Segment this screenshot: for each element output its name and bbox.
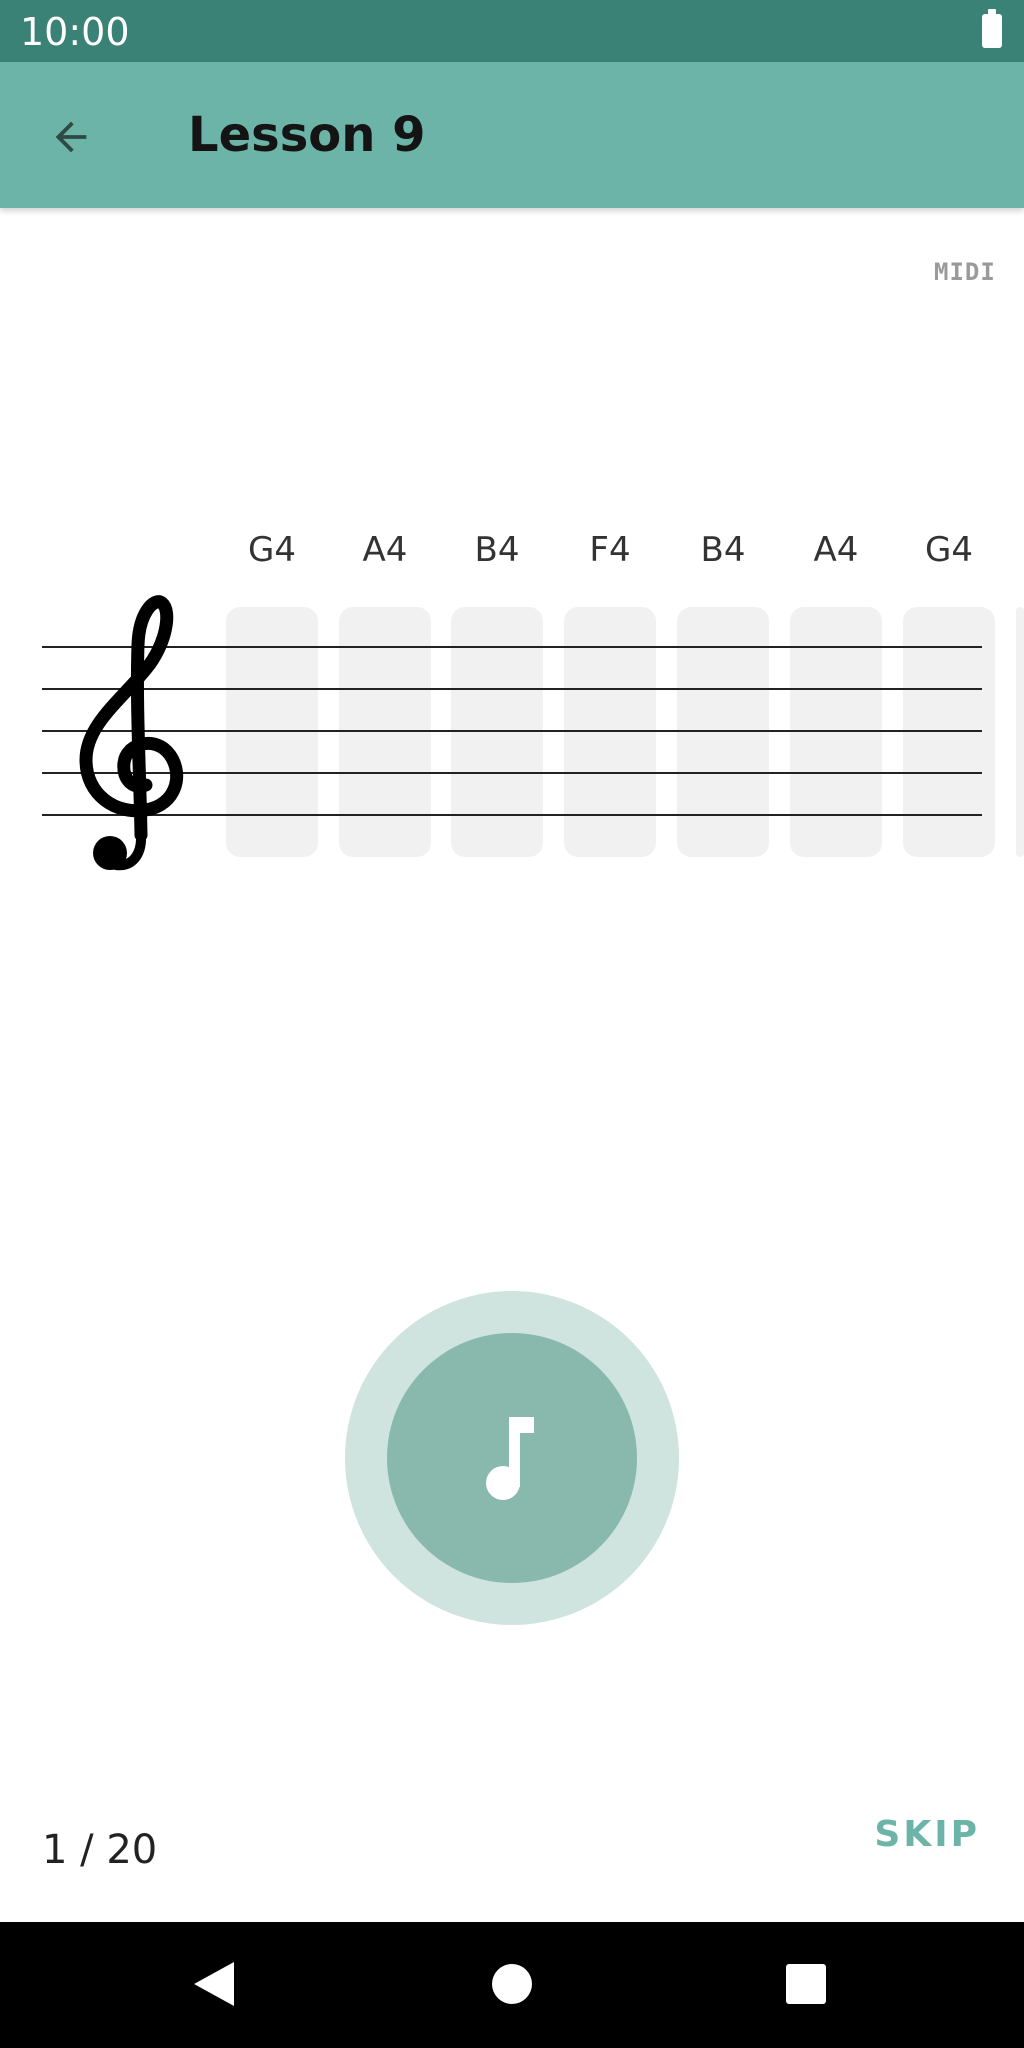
note-slot[interactable] [339, 607, 431, 857]
system-nav-bar [0, 1922, 1024, 2048]
nav-back-icon[interactable] [184, 1954, 244, 2014]
note-label: B4 [700, 530, 746, 570]
progress-counter: 1 / 20 [42, 1827, 158, 1873]
note-slot[interactable] [1016, 607, 1024, 857]
treble-clef-icon [79, 595, 184, 871]
status-time: 10:00 [20, 10, 130, 54]
note-label: G4 [925, 530, 973, 570]
app-bar: Lesson 9 [0, 62, 1024, 208]
note-label: A4 [813, 530, 859, 570]
note-label: F4 [589, 530, 631, 570]
status-bar: 10:00 [0, 0, 1024, 62]
note-label: G4 [248, 530, 296, 570]
back-button[interactable] [36, 102, 106, 172]
note-slot[interactable] [903, 607, 995, 857]
note-slot[interactable] [790, 607, 882, 857]
nav-recents-icon[interactable] [776, 1954, 836, 2014]
nav-home-icon[interactable] [482, 1954, 542, 2014]
note-slot[interactable] [677, 607, 769, 857]
music-note-icon [486, 1417, 534, 1500]
midi-icon[interactable]: MIDI [934, 258, 996, 286]
play-button[interactable] [345, 1291, 679, 1625]
play-button-inner [387, 1333, 637, 1583]
note-slot[interactable] [451, 607, 543, 857]
skip-button[interactable]: SKIP [870, 1814, 980, 1855]
note-label: A4 [362, 530, 408, 570]
note-slot[interactable] [564, 607, 656, 857]
page-title: Lesson 9 [188, 107, 426, 163]
note-slot[interactable] [226, 607, 318, 857]
arrow-back-icon [55, 121, 87, 153]
battery-icon [982, 9, 1002, 48]
note-label: B4 [474, 530, 520, 570]
